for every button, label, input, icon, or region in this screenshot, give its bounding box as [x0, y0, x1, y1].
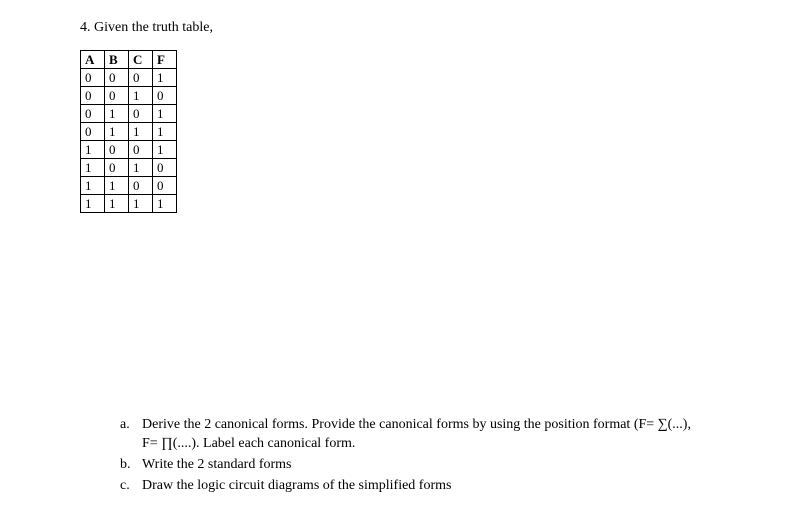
- table-row: 1 1 1 1: [81, 195, 177, 213]
- cell: 1: [129, 87, 153, 105]
- sub-a-line2: F= ∏(....). Label each canonical form.: [142, 436, 355, 451]
- cell: 0: [81, 123, 105, 141]
- cell: 0: [105, 69, 129, 87]
- table-header-row: A B C F: [81, 51, 177, 69]
- table-row: 0 0 0 1: [81, 69, 177, 87]
- cell: 0: [129, 141, 153, 159]
- cell: 0: [81, 105, 105, 123]
- cell: 1: [105, 105, 129, 123]
- table-row: 0 0 1 0: [81, 87, 177, 105]
- cell: 1: [105, 195, 129, 213]
- cell: 1: [153, 123, 177, 141]
- sub-item-c: c. Draw the logic circuit diagrams of th…: [120, 477, 762, 496]
- cell: 0: [129, 177, 153, 195]
- truth-table: A B C F 0 0 0 1 0 0 1 0 0 1 0 1 0 1 1 1: [80, 50, 177, 213]
- sub-letter: a.: [120, 416, 142, 454]
- cell: 1: [105, 177, 129, 195]
- cell: 0: [153, 177, 177, 195]
- sub-text: Draw the logic circuit diagrams of the s…: [142, 477, 762, 496]
- col-header-a: A: [81, 51, 105, 69]
- sub-item-a: a. Derive the 2 canonical forms. Provide…: [120, 416, 762, 454]
- cell: 1: [81, 159, 105, 177]
- question-number-text: 4. Given the truth table,: [80, 20, 213, 35]
- cell: 1: [129, 159, 153, 177]
- cell: 0: [129, 69, 153, 87]
- sub-item-b: b. Write the 2 standard forms: [120, 456, 762, 475]
- cell: 0: [105, 159, 129, 177]
- cell: 0: [105, 141, 129, 159]
- table-row: 1 1 0 0: [81, 177, 177, 195]
- cell: 1: [153, 195, 177, 213]
- cell: 1: [105, 123, 129, 141]
- sub-letter: c.: [120, 477, 142, 496]
- cell: 1: [81, 141, 105, 159]
- cell: 0: [153, 159, 177, 177]
- sub-text: Write the 2 standard forms: [142, 456, 762, 475]
- sub-letter: b.: [120, 456, 142, 475]
- col-header-c: C: [129, 51, 153, 69]
- table-row: 1 0 1 0: [81, 159, 177, 177]
- col-header-f: F: [153, 51, 177, 69]
- cell: 0: [105, 87, 129, 105]
- cell: 0: [81, 87, 105, 105]
- cell: 1: [153, 69, 177, 87]
- table-row: 1 0 0 1: [81, 141, 177, 159]
- sub-questions: a. Derive the 2 canonical forms. Provide…: [120, 416, 762, 498]
- cell: 1: [81, 195, 105, 213]
- cell: 1: [81, 177, 105, 195]
- sub-a-line1: Derive the 2 canonical forms. Provide th…: [142, 417, 691, 432]
- cell: 0: [81, 69, 105, 87]
- cell: 1: [129, 123, 153, 141]
- table-row: 0 1 1 1: [81, 123, 177, 141]
- sub-text: Derive the 2 canonical forms. Provide th…: [142, 416, 762, 454]
- cell: 0: [129, 105, 153, 123]
- cell: 0: [153, 87, 177, 105]
- col-header-b: B: [105, 51, 129, 69]
- cell: 1: [153, 105, 177, 123]
- question-header: 4. Given the truth table,: [80, 20, 722, 36]
- table-row: 0 1 0 1: [81, 105, 177, 123]
- cell: 1: [153, 141, 177, 159]
- cell: 1: [129, 195, 153, 213]
